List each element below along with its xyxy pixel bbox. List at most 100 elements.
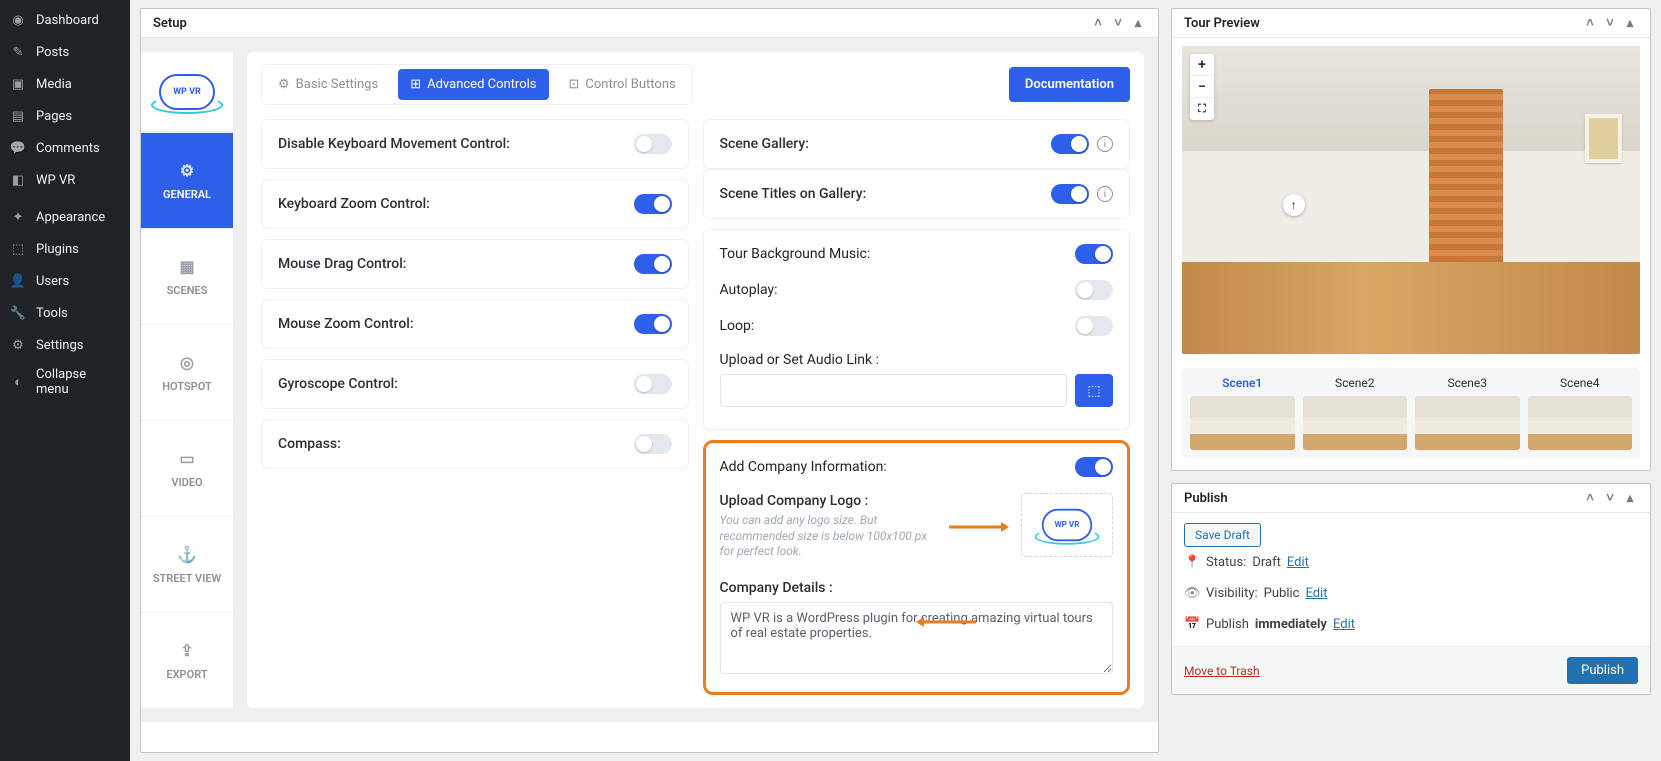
setting-toggle[interactable] <box>634 134 672 154</box>
triangle-up-icon[interactable]: ▴ <box>1622 15 1638 31</box>
side-tab-scenes[interactable]: ▦SCENES <box>141 228 233 324</box>
wp-menu-plugins[interactable]: ⬚ Plugins <box>0 233 130 265</box>
chevron-down-icon[interactable]: ˅ <box>1110 15 1126 31</box>
pano-controls: + − ⛶ <box>1190 54 1214 120</box>
menu-icon: 🔧 <box>8 303 28 323</box>
setting-toggle[interactable] <box>634 194 672 214</box>
save-draft-button[interactable]: Save Draft <box>1184 523 1261 547</box>
setting-toggle[interactable] <box>1051 134 1089 154</box>
wp-menu-comments[interactable]: 💬Comments <box>0 132 130 164</box>
setting-row: Compass: <box>261 419 689 469</box>
wp-menu-users[interactable]: 👤Users <box>0 265 130 297</box>
wp-menu-pages[interactable]: ▤Pages <box>0 100 130 132</box>
scene-thumb[interactable]: Scene4 <box>1528 376 1633 450</box>
company-toggle[interactable] <box>1075 457 1113 477</box>
chevron-down-icon[interactable]: ˅ <box>1602 490 1618 506</box>
info-icon[interactable]: i <box>1097 136 1113 152</box>
setting-toggle[interactable] <box>634 374 672 394</box>
triangle-up-icon[interactable]: ▴ <box>1130 15 1146 31</box>
tour-preview-panel: Tour Preview ˄ ˅ ▴ ↑ + <box>1171 8 1651 471</box>
setting-toggle[interactable] <box>634 254 672 274</box>
visibility-value: Public <box>1264 586 1300 601</box>
side-tab-street-view[interactable]: ⚓STREET VIEW <box>141 516 233 612</box>
publish-button[interactable]: Publish <box>1567 657 1638 684</box>
menu-icon: ⬚ <box>8 239 28 259</box>
status-label: Status: <box>1206 555 1246 570</box>
setup-panel: Setup ˄ ˅ ▴ WP VR ⚙GENERAL▦SCENES◎HOTSPO… <box>140 8 1159 753</box>
loop-toggle[interactable] <box>1075 316 1113 336</box>
top-tab-control-buttons[interactable]: ⊡Control Buttons <box>557 69 688 100</box>
tab-label: SCENES <box>167 284 208 297</box>
wp-menu-dashboard[interactable]: ◉ Dashboard <box>0 4 130 36</box>
wp-menu-media[interactable]: ▣Media <box>0 68 130 100</box>
tab-label: GENERAL <box>163 188 211 201</box>
chevron-up-icon[interactable]: ˄ <box>1090 15 1106 31</box>
chevron-up-icon[interactable]: ˄ <box>1582 15 1598 31</box>
menu-icon: 👤 <box>8 271 28 291</box>
menu-label: Tools <box>36 306 68 321</box>
audio-link-input[interactable] <box>720 374 1068 407</box>
side-tab-export[interactable]: ⇪EXPORT <box>141 612 233 708</box>
wp-menu-appearance[interactable]: ✦Appearance <box>0 201 130 233</box>
setup-title: Setup <box>153 16 187 31</box>
top-tab-basic-settings[interactable]: ⚙Basic Settings <box>266 69 390 100</box>
status-edit-link[interactable]: Edit <box>1287 555 1309 570</box>
scene-thumb[interactable]: Scene3 <box>1415 376 1520 450</box>
status-value: Draft <box>1252 555 1281 570</box>
tab-label: Advanced Controls <box>427 77 536 92</box>
setting-row: Keyboard Zoom Control: <box>261 179 689 229</box>
upload-icon: ⬚ <box>1087 383 1100 399</box>
menu-label: Plugins <box>36 242 79 257</box>
setting-toggle[interactable] <box>634 314 672 334</box>
fullscreen-button[interactable]: ⛶ <box>1190 98 1214 120</box>
music-toggle[interactable] <box>1075 244 1113 264</box>
menu-label: Media <box>36 77 72 92</box>
menu-icon: ◉ <box>8 10 28 30</box>
autoplay-label: Autoplay: <box>720 282 778 298</box>
top-tab-advanced-controls[interactable]: ⊞Advanced Controls <box>398 69 548 100</box>
zoom-out-button[interactable]: − <box>1190 76 1214 98</box>
wp-menu-settings[interactable]: ⚙Settings <box>0 329 130 361</box>
setting-toggle[interactable] <box>634 434 672 454</box>
menu-label: WP VR <box>36 173 75 188</box>
setting-label: Keyboard Zoom Control: <box>278 196 430 212</box>
setting-label: Disable Keyboard Movement Control: <box>278 136 510 152</box>
side-tabs: WP VR ⚙GENERAL▦SCENES◎HOTSPOT▭VIDEO⚓STRE… <box>141 52 233 708</box>
company-details-textarea[interactable] <box>720 602 1114 674</box>
scene-thumb[interactable]: Scene2 <box>1303 376 1408 450</box>
info-icon[interactable]: i <box>1097 186 1113 202</box>
schedule-value: immediately <box>1255 617 1327 632</box>
wp-menu-tools[interactable]: 🔧 Tools <box>0 297 130 329</box>
upload-audio-button[interactable]: ⬚ <box>1075 374 1113 407</box>
zoom-in-button[interactable]: + <box>1190 54 1214 76</box>
chevron-down-icon[interactable]: ˅ <box>1602 15 1618 31</box>
side-tab-video[interactable]: ▭VIDEO <box>141 420 233 516</box>
menu-icon: ✦ <box>8 207 28 227</box>
wp-menu-posts[interactable]: ✎Posts <box>0 36 130 68</box>
logo-preview[interactable]: WP VR <box>1021 493 1113 557</box>
settings-wrap: ⚙Basic Settings ⊞Advanced Controls ⊡Contro… <box>247 52 1144 708</box>
side-tab-general[interactable]: ⚙GENERAL <box>141 132 233 228</box>
setting-label: Mouse Zoom Control: <box>278 316 414 332</box>
documentation-button[interactable]: Documentation <box>1009 67 1130 102</box>
tab-icon: ▭ <box>179 449 194 468</box>
chevron-up-icon[interactable]: ˄ <box>1582 490 1598 506</box>
autoplay-toggle[interactable] <box>1075 280 1113 300</box>
panorama-viewport[interactable]: ↑ + − ⛶ <box>1182 46 1640 354</box>
scene-thumb[interactable]: Scene1 <box>1190 376 1295 450</box>
wp-menu-wp-vr[interactable]: ◧WP VR <box>0 164 130 196</box>
schedule-edit-link[interactable]: Edit <box>1333 617 1355 632</box>
side-tab-hotspot[interactable]: ◎HOTSPOT <box>141 324 233 420</box>
setting-row: Mouse Zoom Control: <box>261 299 689 349</box>
hotspot-marker[interactable]: ↑ <box>1283 194 1305 216</box>
setting-toggle[interactable] <box>1051 184 1089 204</box>
setup-header: Setup ˄ ˅ ▴ <box>141 9 1158 38</box>
triangle-up-icon[interactable]: ▴ <box>1622 490 1638 506</box>
visibility-edit-link[interactable]: Edit <box>1305 586 1327 601</box>
tab-icon: ⚓ <box>177 545 197 564</box>
wp-menu-collapse-menu[interactable]: ◐Collapse menu <box>0 361 130 403</box>
tab-label: Basic Settings <box>296 77 379 92</box>
menu-label: Dashboard <box>36 13 99 28</box>
move-to-trash-link[interactable]: Move to Trash <box>1184 664 1260 678</box>
setting-label: Scene Gallery: <box>720 136 809 152</box>
